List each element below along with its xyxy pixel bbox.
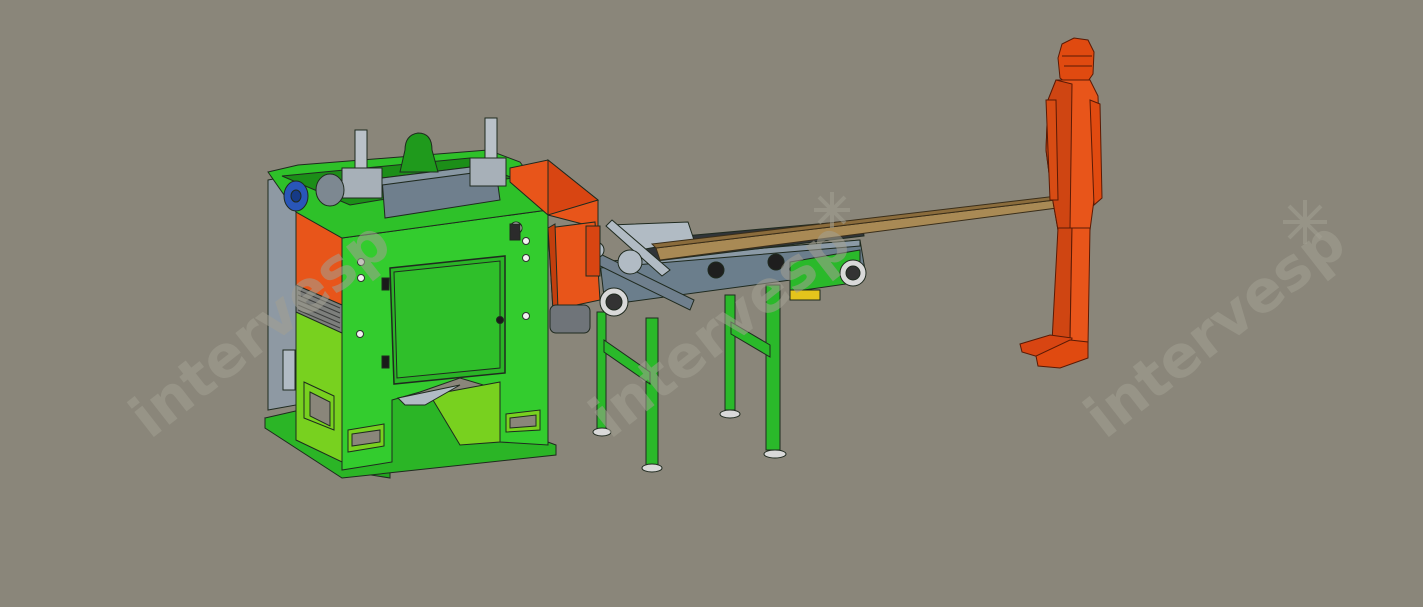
snowflake-logo-icon [1283, 200, 1327, 244]
snowflake-logo-icon [814, 192, 850, 228]
3d-viewport[interactable]: intervesp intervesp intervesp [0, 0, 1423, 607]
emergency-switch[interactable] [509, 223, 521, 241]
door-handle-icon[interactable] [496, 316, 504, 324]
figure-head [1057, 37, 1095, 87]
